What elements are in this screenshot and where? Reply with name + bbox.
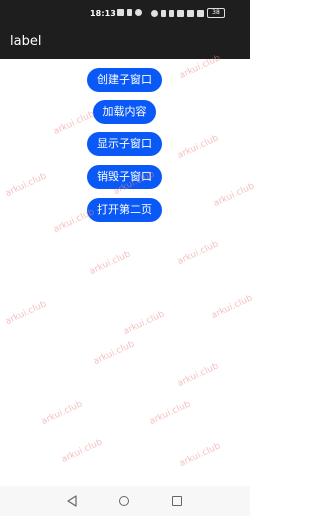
destroy-subwindow-button[interactable]: 销毁子窗口: [87, 165, 162, 189]
battery-icon: 38: [207, 8, 225, 18]
system-icons: 38: [151, 8, 225, 18]
notification-icons: [117, 9, 142, 16]
open-second-page-button[interactable]: 打开第二页: [87, 198, 162, 222]
bluetooth-icon: [161, 9, 166, 17]
notification-mail-icon: [117, 9, 124, 16]
notification-app-icon: [135, 9, 142, 16]
load-content-button[interactable]: 加载内容: [93, 100, 156, 124]
home-circle-icon[interactable]: [119, 496, 129, 506]
main-content: 创建子窗口 加载内容 显示子窗口 销毁子窗口 打开第二页: [0, 59, 250, 486]
page-title: label: [10, 34, 42, 49]
signal-2-icon: [197, 9, 204, 17]
nfc-icon: [151, 9, 158, 17]
show-subwindow-button[interactable]: 显示子窗口: [87, 132, 162, 156]
recent-square-icon[interactable]: [172, 496, 182, 506]
status-bar: 18:13 38: [0, 0, 250, 28]
create-subwindow-button[interactable]: 创建子窗口: [87, 68, 162, 92]
wifi-icon: [177, 9, 184, 17]
vibrate-icon: [169, 9, 174, 17]
back-triangle-icon[interactable]: [66, 495, 78, 507]
navigation-bar: [0, 486, 250, 516]
app-bar: label: [0, 28, 250, 59]
signal-icon: [187, 9, 194, 17]
notification-sim-icon: [127, 9, 132, 16]
status-time: 18:13: [90, 9, 116, 18]
